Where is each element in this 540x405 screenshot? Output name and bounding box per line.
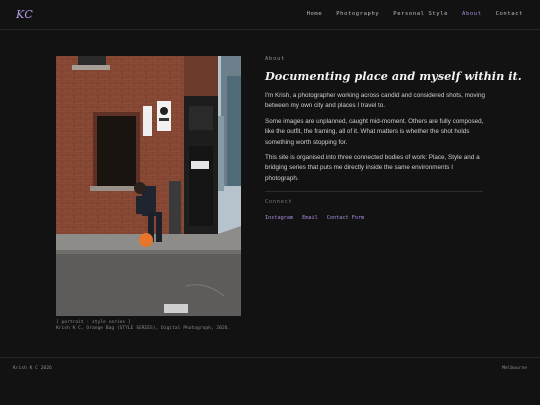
nav-contact[interactable]: Contact: [496, 11, 523, 17]
about-headline: Documenting place and myself within it.: [265, 69, 522, 83]
section-divider: [265, 191, 483, 193]
site-footer: Krish K C 2026 Melbourne: [0, 357, 540, 405]
about-paragraph: Some images are unplanned, caught mid-mo…: [265, 117, 484, 146]
photo-caption: [ portrait · style series ] Krish K C, O…: [56, 320, 230, 333]
about-section: About Documenting place and myself withi…: [265, 56, 522, 221]
about-paragraph: I'm Krish, a photographer working across…: [265, 92, 485, 110]
site-logo[interactable]: KC: [16, 8, 33, 21]
nav-photography[interactable]: Photography: [336, 11, 379, 17]
site-header: KC Home Photography Personal Style About…: [0, 0, 540, 30]
contact-form-link[interactable]: Contact Form: [327, 215, 364, 221]
nav-home[interactable]: Home: [307, 11, 323, 17]
footer-copyright: Krish K C 2026: [13, 366, 52, 371]
instagram-link[interactable]: Instagram: [265, 215, 293, 221]
caption-credit-line: Krish K C, Orange Bag (STYLE SERIES), Di…: [56, 326, 231, 332]
main-nav: Home Photography Personal Style About Co…: [307, 11, 523, 17]
footer-location: Melbourne: [502, 366, 527, 371]
section-eyebrow: About: [265, 56, 286, 62]
nav-about[interactable]: About: [462, 11, 482, 17]
street-portrait-image: [56, 56, 241, 316]
connect-label: Connect: [265, 199, 293, 206]
connect-links: Instagram Email Contact Form: [265, 215, 485, 221]
nav-personal-style[interactable]: Personal Style: [393, 11, 448, 17]
about-paragraph: This site is organised into three connec…: [265, 154, 480, 182]
portrait-photo: [56, 56, 241, 316]
email-link[interactable]: Email: [302, 215, 318, 221]
